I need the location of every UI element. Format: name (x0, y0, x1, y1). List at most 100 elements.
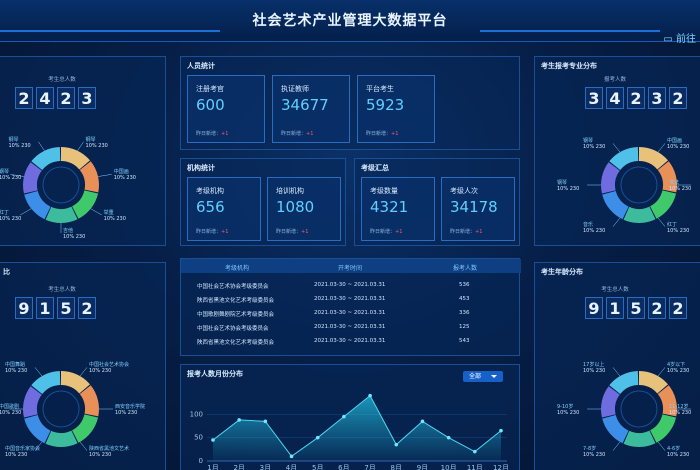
legend-leader (98, 174, 112, 177)
donut-legend-item: 中国画 10% 230 (667, 137, 689, 150)
legend-count: 230 (21, 142, 31, 149)
table-row[interactable]: 陕西省黑池文化艺术考级委员会 2021.03-30 ~ 2021.03.31 453 (181, 293, 521, 307)
legend-pct: 10% (115, 410, 127, 416)
row-time: 2021.03-30 ~ 2021.03.31 (314, 324, 386, 330)
y-tick-label: 0 (199, 457, 203, 465)
card-foot: 昨日新增：+1 (196, 131, 229, 137)
exam-table: 考级机构 开考时间 报考人数 中国社会艺术协会考级委员会 2021.03-30 ~… (180, 258, 521, 356)
table-row[interactable]: 中国歌剧舞剧院艺术考级委员会 2021.03-30 ~ 2021.03.31 336 (181, 307, 521, 321)
org-card: 培训机构 1080 昨日新增：+1 (267, 177, 341, 241)
y-tick-label: 50 (194, 434, 203, 442)
table-header-time: 开考时间 (338, 265, 363, 272)
row-time: 2021.03-30 ~ 2021.03.31 (314, 338, 386, 344)
table-row[interactable]: 中国社会艺术协会考级委员会 2021.03-30 ~ 2021.03.31 125 (181, 321, 521, 335)
left-top-panel: 考生总人数 2423 钢琴 10% 230 中国画 10% 230 举重 10% 230 吉… (0, 56, 166, 246)
data-point (263, 419, 268, 424)
row-org: 陕西省黑池文化艺术考级委员会 (197, 298, 275, 304)
legend-leader (657, 217, 666, 227)
legend-pct: 10% (85, 142, 97, 149)
legend-leader (657, 441, 666, 451)
x-tick-label: 3月 (260, 464, 271, 470)
card-value: 600 (196, 96, 225, 114)
people-title: 人员统计 (187, 62, 215, 70)
people-card: 注册考官 600 昨日新增：+1 (187, 75, 265, 143)
donut-legend-item: 西安音乐学院 10% 230 (115, 403, 145, 416)
data-point (499, 428, 503, 433)
legend-count: 230 (11, 410, 22, 416)
donut-legend-item: 吉他 10% 230 (63, 227, 85, 240)
legend-count: 230 (101, 451, 112, 458)
data-point (420, 419, 425, 424)
x-tick-label: 8月 (391, 464, 402, 470)
legend-leader (657, 143, 666, 153)
header-link[interactable]: ▭ 前往 (663, 30, 696, 45)
x-tick-label: 2月 (233, 464, 244, 470)
donut-legend-item: 钢琴 10% 230 (583, 137, 605, 150)
legend-leader (20, 208, 32, 216)
exam-card: 考级数量 4321 昨日新增：+1 (361, 177, 435, 241)
legend-pct: 10% (0, 215, 11, 222)
row-count: 536 (459, 282, 470, 288)
donut-legend-item: 中国歌剧 10% 230 (0, 403, 21, 416)
left-top-donut (10, 141, 112, 233)
card-value: 656 (196, 198, 225, 216)
card-foot: 昨日新增：+1 (366, 131, 399, 137)
donut-legend-item: 中国画 10% 230 (114, 168, 136, 181)
donut-legend-item: 11-12岁 10% 230 (669, 403, 691, 416)
legend-pct: 10% (0, 410, 11, 416)
donut-slice (45, 430, 78, 447)
row-org: 陕西省黑池文化艺术考级委员会 (197, 340, 275, 346)
row-count: 125 (459, 324, 470, 330)
x-tick-label: 9月 (417, 464, 428, 470)
legend-count: 230 (11, 215, 22, 222)
org-title: 机构统计 (187, 164, 215, 172)
x-tick-label: 12月 (493, 464, 509, 470)
legend-count: 230 (101, 368, 112, 375)
donut-legend-item: 钢琴 10% 230 (8, 136, 30, 149)
legend-pct: 10% (557, 186, 569, 192)
left-bottom-panel: 比 考生总人数 9152 中国社会艺术协会 10% 230 西安音乐学院 10% 23… (0, 262, 166, 470)
donut-legend-item: 书法 10% 230 (669, 179, 691, 192)
card-value: 34178 (450, 198, 498, 216)
legend-count: 230 (679, 368, 690, 375)
legend-pct: 10% (667, 451, 679, 458)
exam-card: 考级人次 34178 昨日新增：+1 (441, 177, 515, 241)
x-tick-label: 1月 (207, 464, 218, 470)
card-foot: 昨日新增：+1 (196, 229, 229, 235)
card-foot: 昨日新增：+1 (450, 229, 483, 235)
legend-leader (77, 141, 84, 151)
table-header-count: 报考人数 (453, 265, 478, 272)
y-tick-label: 100 (190, 410, 203, 418)
data-point (368, 393, 372, 398)
donut-legend-item: 17岁以上 10% 230 (583, 361, 605, 374)
page-title: 社会艺术产业管理大数据平台 (252, 13, 448, 29)
row-org: 中国社会艺术协会考级委员会 (197, 284, 269, 290)
legend-count: 230 (98, 142, 108, 149)
x-tick-label: 7月 (364, 464, 375, 470)
row-org: 中国社会艺术协会考级委员会 (197, 326, 269, 332)
data-point (394, 442, 399, 447)
legend-pct: 10% (669, 410, 681, 416)
legend-leader (79, 441, 88, 451)
table-header-org: 考级机构 (225, 265, 250, 272)
data-point (211, 438, 215, 442)
legend-leader (79, 367, 88, 377)
donut-legend-item: 中国舞蹈 10% 230 (5, 361, 27, 374)
legend-count: 230 (17, 451, 28, 458)
donut-legend-item: 举重 10% 230 (104, 209, 126, 222)
table-row[interactable]: 中国社会艺术协会考级委员会 2021.03-30 ~ 2021.03.31 536 (181, 279, 521, 293)
table-row[interactable]: 陕西省黑池文化艺术考级委员会 2021.03-30 ~ 2021.03.31 543 (181, 335, 521, 349)
card-label: 注册考官 (196, 85, 224, 93)
legend-count: 230 (681, 186, 692, 192)
card-label: 考级人次 (450, 187, 478, 195)
people-card: 执证教师 34677 昨日新增：+1 (272, 75, 350, 143)
data-point (342, 414, 346, 419)
legend-pct: 10% (5, 368, 17, 375)
legend-pct: 10% (89, 368, 101, 375)
row-count: 453 (459, 296, 470, 302)
people-panel: 人员统计 注册考官 600 昨日新增：+1 执证教师 34677 昨日新增：+1 平台考生 5… (180, 56, 520, 150)
x-tick-label: 6月 (338, 464, 349, 470)
org-panel: 机构统计 考级机构 656 昨日新增：+1 培训机构 1080 昨日新增：+1 (180, 158, 346, 246)
legend-pct: 10% (557, 410, 569, 416)
area-fill (213, 395, 501, 461)
